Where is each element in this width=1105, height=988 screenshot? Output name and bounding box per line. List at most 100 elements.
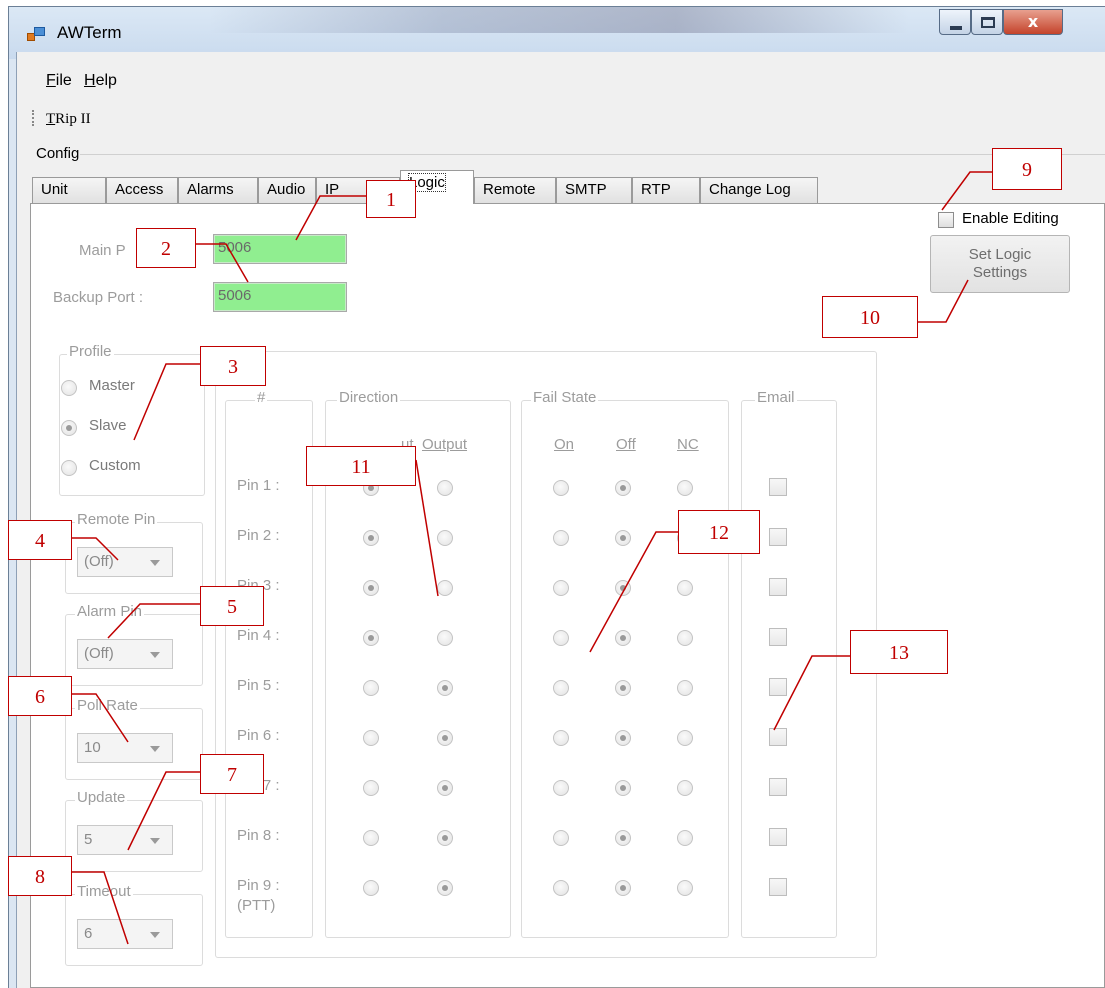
pin-label: Pin 5 : xyxy=(237,677,280,694)
tab-access[interactable]: Access xyxy=(106,177,178,203)
email-checkbox[interactable] xyxy=(769,578,787,596)
failstate-off-radio[interactable] xyxy=(615,780,631,796)
timeout-select[interactable]: 6 xyxy=(77,919,173,949)
maximize-button[interactable] xyxy=(971,9,1003,35)
direction-output-radio[interactable] xyxy=(437,580,453,596)
enable-editing-checkbox[interactable] xyxy=(938,212,954,228)
direction-output-radio[interactable] xyxy=(437,880,453,896)
email-checkbox[interactable] xyxy=(769,878,787,896)
direction-input-radio[interactable] xyxy=(363,580,379,596)
profile-option-label: Custom xyxy=(89,457,141,474)
failstate-on-radio[interactable] xyxy=(553,530,569,546)
device-toolbar-button[interactable]: TRip II xyxy=(46,111,91,128)
direction-output-radio[interactable] xyxy=(437,530,453,546)
failstate-nc-radio[interactable] xyxy=(677,630,693,646)
close-icon: x xyxy=(1027,12,1039,31)
email-checkbox[interactable] xyxy=(769,728,787,746)
poll-rate-select[interactable]: 10 xyxy=(77,733,173,763)
poll-rate-legend: Poll Rate xyxy=(75,697,140,714)
minimize-button[interactable] xyxy=(939,9,971,35)
profile-radio-custom[interactable] xyxy=(61,460,77,476)
set-logic-line2: Settings xyxy=(972,264,1028,281)
failstate-nc-radio[interactable] xyxy=(677,480,693,496)
failstate-nc-radio[interactable] xyxy=(677,830,693,846)
set-logic-line1: Set Logic xyxy=(968,246,1032,263)
tab-rtp[interactable]: RTP xyxy=(632,177,700,203)
failstate-off-radio[interactable] xyxy=(615,830,631,846)
failstate-nc-radio[interactable] xyxy=(677,880,693,896)
tab-alarms[interactable]: Alarms xyxy=(178,177,258,203)
config-group-label: Config xyxy=(36,145,80,162)
main-port-field[interactable]: 5006 xyxy=(213,234,347,264)
tab-change-log[interactable]: Change Log xyxy=(700,177,818,203)
failstate-off-radio[interactable] xyxy=(615,680,631,696)
failstate-on-radio[interactable] xyxy=(553,680,569,696)
config-group-border xyxy=(80,154,1105,155)
update-select[interactable]: 5 xyxy=(77,825,173,855)
close-button[interactable]: x xyxy=(1003,9,1063,35)
tab-smtp[interactable]: SMTP xyxy=(556,177,632,203)
direction-input-radio[interactable] xyxy=(363,680,379,696)
alarm-pin-legend: Alarm Pin xyxy=(75,603,145,620)
direction-input-radio[interactable] xyxy=(363,630,379,646)
failstate-on-radio[interactable] xyxy=(553,630,569,646)
direction-output-radio[interactable] xyxy=(437,680,453,696)
failstate-nc-radio[interactable] xyxy=(677,730,693,746)
callout-11: 11 xyxy=(306,446,416,486)
direction-output-radio[interactable] xyxy=(437,730,453,746)
alarm-pin-select[interactable]: (Off) xyxy=(77,639,173,669)
direction-output-radio[interactable] xyxy=(437,480,453,496)
email-checkbox[interactable] xyxy=(769,478,787,496)
menu-file[interactable]: File xyxy=(46,72,72,90)
tab-label: RTP xyxy=(641,181,671,198)
tab-unit[interactable]: Unit xyxy=(32,177,106,203)
menu-help[interactable]: Help xyxy=(84,72,117,90)
chevron-down-icon xyxy=(150,560,160,566)
failstate-on-radio[interactable] xyxy=(553,780,569,796)
remote-pin-select[interactable]: (Off) xyxy=(77,547,173,577)
backup-port-field[interactable]: 5006 xyxy=(213,282,347,312)
email-checkbox[interactable] xyxy=(769,778,787,796)
tab-audio[interactable]: Audio xyxy=(258,177,316,203)
direction-input-radio[interactable] xyxy=(363,780,379,796)
failstate-on-radio[interactable] xyxy=(553,830,569,846)
direction-output-radio[interactable] xyxy=(437,830,453,846)
email-checkbox[interactable] xyxy=(769,628,787,646)
pin-label: Pin 2 : xyxy=(237,527,280,544)
failstate-on-radio[interactable] xyxy=(553,730,569,746)
failstate-on-radio[interactable] xyxy=(553,480,569,496)
email-checkbox[interactable] xyxy=(769,528,787,546)
direction-output-radio[interactable] xyxy=(437,780,453,796)
failstate-on-radio[interactable] xyxy=(553,580,569,596)
profile-radio-master[interactable] xyxy=(61,380,77,396)
logic-tab-panel: Main P 5006 Backup Port : 5006 Profile M… xyxy=(30,203,1105,988)
direction-input-radio[interactable] xyxy=(363,880,379,896)
tab-remote[interactable]: Remote xyxy=(474,177,556,203)
failstate-off-radio[interactable] xyxy=(615,880,631,896)
failstate-nc-radio[interactable] xyxy=(677,780,693,796)
profile-radio-slave[interactable] xyxy=(61,420,77,436)
chevron-down-icon xyxy=(150,932,160,938)
tab-label: Access xyxy=(115,181,164,198)
failstate-off-radio[interactable] xyxy=(615,630,631,646)
callout-2: 2 xyxy=(136,228,196,268)
direction-input-radio[interactable] xyxy=(363,730,379,746)
email-checkbox[interactable] xyxy=(769,678,787,696)
set-logic-settings-button[interactable]: Set Logic Settings xyxy=(930,235,1070,293)
direction-input-radio[interactable] xyxy=(363,530,379,546)
email-checkbox[interactable] xyxy=(769,828,787,846)
failstate-nc-radio[interactable] xyxy=(677,580,693,596)
direction-output-radio[interactable] xyxy=(437,630,453,646)
failstate-on-radio[interactable] xyxy=(553,880,569,896)
failstate-nc-radio[interactable] xyxy=(677,680,693,696)
failstate-off-radio[interactable] xyxy=(615,730,631,746)
failstate-off-radio[interactable] xyxy=(615,530,631,546)
failstate-off-radio[interactable] xyxy=(615,480,631,496)
direction-input-radio[interactable] xyxy=(363,830,379,846)
profile-option-label: Master xyxy=(89,377,135,394)
callout-9: 9 xyxy=(992,148,1062,190)
pin-label: Pin 4 : xyxy=(237,627,280,644)
failstate-off-radio[interactable] xyxy=(615,580,631,596)
toolbar-grip[interactable] xyxy=(32,110,36,126)
profile-legend: Profile xyxy=(67,343,114,360)
